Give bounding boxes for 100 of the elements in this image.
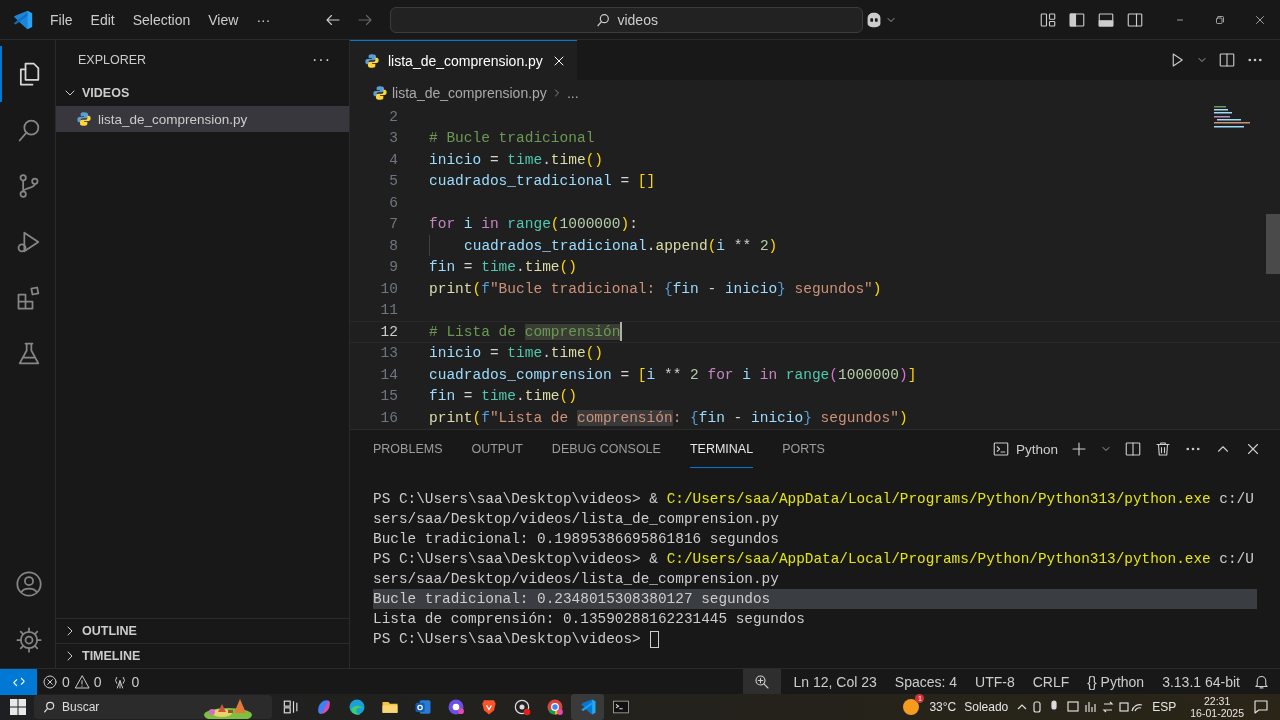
secondary-sidebar-icon[interactable]	[1126, 10, 1144, 29]
mail-icon	[412, 697, 433, 717]
code-line: # Bucle tradicional	[429, 130, 595, 147]
panel-tab[interactable]: DEBUG CONSOLE	[551, 430, 661, 468]
trash-icon[interactable]	[1154, 440, 1172, 458]
command-search-field[interactable]: videos	[390, 6, 863, 33]
folder-row[interactable]: VIDEOS	[56, 80, 349, 106]
weather-condition: Soleado	[964, 700, 1009, 714]
terminal-line: sers/saa/Desktop/videos/lista_de_comprension.py	[373, 511, 779, 527]
problems-status[interactable]: 0 0	[37, 669, 107, 694]
terminal-icon[interactable]	[991, 440, 1010, 458]
search-icon	[595, 11, 612, 28]
terminal-line: Bucle tradicional: 0.19895386695861816 segundos	[373, 531, 779, 547]
line-number: 4	[388, 151, 398, 168]
line-number: 11	[379, 302, 398, 319]
terminal-line: Lista de comprensión: 0.13590288162231445 segundos	[373, 611, 805, 627]
line-number: 5	[388, 173, 398, 190]
menu-item[interactable]: Selection	[124, 7, 199, 32]
code-line: print(f"Bucle tradicional: {fin - inicio} segundos")	[429, 280, 882, 297]
more-actions-button[interactable]: ···	[312, 51, 331, 69]
code-line: inicio = time.time()	[429, 151, 604, 168]
close-icon[interactable]	[1254, 13, 1266, 26]
temperature: 33°C	[929, 700, 957, 714]
breadcrumb-item[interactable]: lista_de_comprension.py	[392, 85, 547, 101]
code-line: for i in range(1000000):	[429, 216, 638, 233]
windows-logo-icon[interactable]	[10, 699, 26, 715]
account-icon[interactable]	[14, 570, 43, 598]
terminal-line: sers/saa/Desktop/videos/lista_de_comprension.py	[373, 571, 779, 587]
remote-button[interactable]	[0, 668, 37, 695]
line-number: 15	[379, 388, 398, 405]
line-number: 13	[379, 345, 398, 362]
error-icon[interactable]	[42, 673, 58, 690]
python-file-icon	[372, 85, 388, 101]
ports-status[interactable]: 0	[106, 669, 145, 694]
panel-tab[interactable]: PORTS	[782, 430, 825, 468]
code-line: # Lista de comprensión	[429, 322, 623, 342]
layout-icon[interactable]	[1039, 10, 1057, 29]
bell-icon[interactable]	[1253, 673, 1270, 690]
taskbar-clock[interactable]: 22:31 16-01-2025	[1190, 695, 1244, 719]
language-status[interactable]: {} Python	[1082, 669, 1150, 694]
line-number: 9	[388, 259, 398, 276]
code-line: fin = time.time()	[429, 259, 577, 276]
terminal-line: PS C:\Users\saa\Desktop\videos> & C:/Users/saa/AppData/Local/Programs/Python/Python313/python.exe c:/U	[373, 491, 1254, 507]
line-number: 2	[388, 108, 398, 125]
line-number: 10	[379, 280, 398, 297]
code-line: cuadrados_tradicional.append(i ** 2)	[429, 235, 778, 257]
line-number: 8	[388, 237, 398, 254]
zoom-in-icon[interactable]	[752, 672, 771, 691]
code-editor-logo	[12, 8, 34, 31]
code-line: inicio = time.time()	[429, 345, 604, 362]
notification-icon[interactable]	[1252, 698, 1270, 716]
line-number: 7	[388, 216, 398, 233]
sidebar-title: EXPLORER	[78, 53, 147, 67]
zoom-button[interactable]	[742, 669, 781, 694]
scrollbar-thumb[interactable]	[1266, 214, 1280, 274]
sidebar-toggle-icon[interactable]	[1068, 10, 1086, 29]
editor-tab[interactable]: lista_de_comprension.py	[350, 40, 577, 80]
tree-item[interactable]: lista_de_comprension.py	[56, 106, 349, 132]
section-header[interactable]: OUTLINE	[56, 618, 349, 643]
status-item[interactable]: 3.13.1 64-bit	[1157, 669, 1245, 694]
python-file-icon	[76, 111, 92, 127]
input-language[interactable]: ESP	[1152, 700, 1177, 714]
line-number: 6	[388, 194, 398, 211]
menu-item[interactable]: ···	[248, 7, 279, 32]
code-line: cuadrados_tradicional = []	[429, 173, 656, 190]
line-number: 3	[388, 130, 398, 147]
status-item[interactable]: Ln 12, Col 23	[788, 669, 882, 694]
menu-item[interactable]: View	[200, 7, 247, 32]
terminal-line: Bucle tradicional: 0.2348015308380127 segundos	[373, 591, 771, 607]
plus-icon[interactable]	[1070, 440, 1088, 458]
settings-icon[interactable]	[14, 626, 43, 654]
terminal-cursor	[650, 630, 660, 648]
restore-icon[interactable]	[1214, 13, 1226, 26]
status-item[interactable]: CRLF	[1027, 669, 1075, 694]
split-editor-icon[interactable]	[1218, 51, 1236, 69]
breadcrumb-item[interactable]: ...	[566, 85, 579, 101]
code-line: fin = time.time()	[429, 388, 577, 405]
panel-tab[interactable]: OUTPUT	[471, 430, 523, 468]
warning-icon[interactable]	[73, 673, 90, 690]
status-item[interactable]: Spaces: 4	[889, 669, 963, 694]
code-line: print(f"Lista de comprensión: {fin - inicio} segundos")	[429, 409, 908, 426]
panel-tab[interactable]: PROBLEMS	[373, 430, 443, 468]
menu-item[interactable]: Edit	[82, 7, 123, 32]
line-number: 16	[379, 409, 398, 426]
search-icon	[42, 700, 56, 714]
tray-icons-drawing[interactable]	[1016, 699, 1145, 715]
text-cursor	[620, 322, 623, 342]
panel-toggle-icon[interactable]	[1097, 10, 1115, 29]
code-line: cuadrados_comprension = [i ** 2 for i in range(1000000)]	[429, 366, 917, 383]
line-number: 14	[379, 366, 398, 383]
status-item[interactable]: UTF-8	[970, 669, 1020, 694]
python-file-icon	[364, 52, 380, 69]
terminal-profile-button[interactable]: Python	[991, 440, 1058, 458]
terminal-line: PS C:\Users\saa\Desktop\videos> & C:/Users/saa/AppData/Local/Programs/Python/Python313/python.exe c:/U	[373, 551, 1254, 567]
panel-tab[interactable]: TERMINAL	[689, 430, 754, 468]
split-terminal-icon[interactable]	[1124, 440, 1142, 458]
menu-item[interactable]: File	[42, 7, 81, 32]
sun-icon[interactable]	[901, 697, 922, 717]
taskbar-search-field[interactable]: Buscar	[34, 695, 272, 719]
line-number: 12	[379, 323, 398, 340]
